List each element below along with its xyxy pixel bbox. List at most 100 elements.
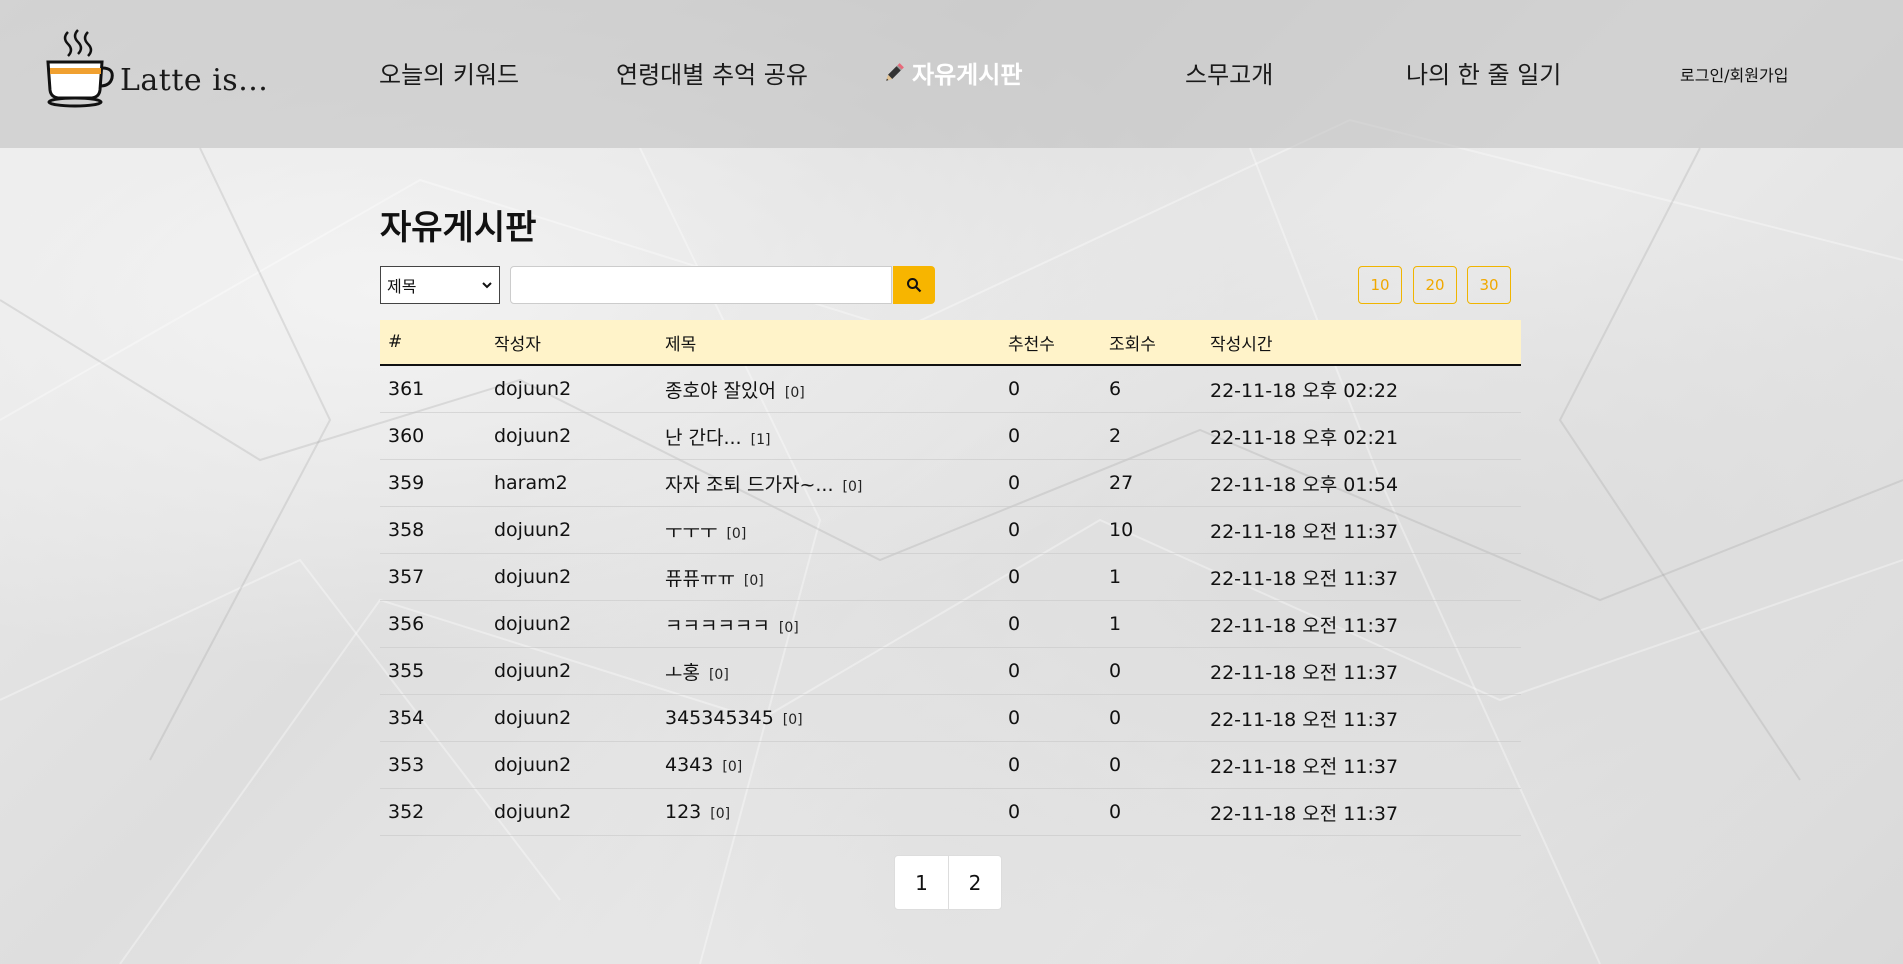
row-comment-count: [0] <box>842 478 863 495</box>
row-title-cell: 345345345 [0] <box>665 707 1008 729</box>
row-recommend-count: 0 <box>1008 754 1021 776</box>
search-input[interactable] <box>510 266 892 304</box>
row-title-cell: 퓨퓨ㅠㅠ [0] <box>665 564 1008 591</box>
row-number: 355 <box>388 660 425 682</box>
table-row[interactable]: 355 dojuun2 ㅗ홍 [0] 0 0 22-11-18 오전 11:37 <box>380 648 1521 695</box>
table-row[interactable]: 353 dojuun2 4343 [0] 0 0 22-11-18 오전 11:37 <box>380 742 1521 789</box>
page-size-20-button[interactable]: 20 <box>1413 266 1457 304</box>
row-recommend-count: 0 <box>1008 566 1021 588</box>
row-recommend-count: 0 <box>1008 660 1021 682</box>
row-writer: dojuun2 <box>494 754 572 776</box>
page-size-10-button[interactable]: 10 <box>1358 266 1402 304</box>
row-writer: haram2 <box>494 472 568 494</box>
row-title-link[interactable]: ㅗ홍 <box>665 658 700 685</box>
nav-today-keyword[interactable]: 오늘의 키워드 <box>379 55 519 90</box>
page-title: 자유게시판 <box>380 208 537 248</box>
search-field-select-value: 제목 <box>387 277 417 296</box>
nav-free-board[interactable]: 자유게시판 <box>882 55 1022 90</box>
row-view-count: 0 <box>1109 801 1122 823</box>
row-view-count: 27 <box>1109 472 1134 494</box>
table-row[interactable]: 358 dojuun2 ㅜㅜㅜ [0] 0 10 22-11-18 오전 11:37 <box>380 507 1521 554</box>
search-field-select[interactable]: 제목 <box>380 266 500 304</box>
row-recommend-count: 0 <box>1008 472 1021 494</box>
login-signup-link[interactable]: 로그인/회원가입 <box>1680 62 1788 86</box>
row-comment-count: [0] <box>722 759 743 775</box>
row-number: 359 <box>388 472 425 494</box>
row-recommend-count: 0 <box>1008 707 1021 729</box>
table-row[interactable]: 352 dojuun2 123 [0] 0 0 22-11-18 오전 11:37 <box>380 789 1521 836</box>
search-icon <box>907 278 922 293</box>
row-timestamp: 22-11-18 오전 11:37 <box>1210 520 1399 543</box>
row-comment-count: [0] <box>778 619 799 636</box>
row-view-count: 0 <box>1109 754 1122 776</box>
row-writer: dojuun2 <box>494 519 572 541</box>
row-title-link[interactable]: 퓨퓨ㅠㅠ <box>665 564 735 591</box>
row-timestamp: 22-11-18 오전 11:37 <box>1210 708 1399 731</box>
row-recommend-count: 0 <box>1008 378 1021 400</box>
pagination: 1 2 <box>894 855 1002 910</box>
column-header-title: 제목 <box>665 334 697 355</box>
row-view-count: 10 <box>1109 519 1134 541</box>
row-number: 357 <box>388 566 425 588</box>
row-comment-count: [0] <box>708 666 729 683</box>
logo-text: Latte is... <box>120 63 269 98</box>
row-recommend-count: 0 <box>1008 519 1021 541</box>
row-number: 360 <box>388 425 425 447</box>
row-title-cell: ㅜㅜㅜ [0] <box>665 517 1008 544</box>
row-title-cell: ㅗ홍 [0] <box>665 658 1008 685</box>
row-title-link[interactable]: 345345345 <box>665 707 774 729</box>
row-number: 361 <box>388 378 425 400</box>
row-timestamp: 22-11-18 오전 11:37 <box>1210 614 1399 637</box>
site-header: Latte is... 오늘의 키워드 연령대별 추억 공유 자유게시판 스무고… <box>0 0 1903 148</box>
row-view-count: 0 <box>1109 660 1122 682</box>
nav-age-memories[interactable]: 연령대별 추억 공유 <box>616 55 808 90</box>
search-button[interactable] <box>893 266 935 304</box>
row-comment-count: [0] <box>782 712 803 728</box>
row-comment-count: [0] <box>743 572 764 589</box>
table-header: # 작성자 제목 추천수 조회수 작성시간 <box>380 320 1521 366</box>
row-timestamp: 22-11-18 오전 11:37 <box>1210 567 1399 590</box>
table-row[interactable]: 354 dojuun2 345345345 [0] 0 0 22-11-18 오전 11:3… <box>380 695 1521 742</box>
row-view-count: 1 <box>1109 566 1122 588</box>
row-recommend-count: 0 <box>1008 613 1021 635</box>
row-number: 353 <box>388 754 425 776</box>
table-row[interactable]: 361 dojuun2 종호야 잘있어 [0] 0 6 22-11-18 오후 02:22 <box>380 366 1521 413</box>
row-title-link[interactable]: ㅋㅋㅋㅋㅋㅋ <box>665 611 770 638</box>
chevron-down-icon <box>482 282 492 289</box>
table-body: 361 dojuun2 종호야 잘있어 [0] 0 6 22-11-18 오후 02:22 3… <box>380 366 1521 836</box>
row-comment-count: [0] <box>726 525 747 542</box>
row-title-link[interactable]: 4343 <box>665 754 713 776</box>
table-row[interactable]: 356 dojuun2 ㅋㅋㅋㅋㅋㅋ [0] 0 1 22-11-18 오전 11:37 <box>380 601 1521 648</box>
page-1-button[interactable]: 1 <box>895 856 948 909</box>
nav-twenty-questions[interactable]: 스무고개 <box>1185 55 1273 90</box>
table-row[interactable]: 360 dojuun2 난 간다... [1] 0 2 22-11-18 오후 02:21 <box>380 413 1521 460</box>
row-title-link[interactable]: ㅜㅜㅜ <box>665 517 717 544</box>
row-title-cell: ㅋㅋㅋㅋㅋㅋ [0] <box>665 611 1008 638</box>
page-2-button[interactable]: 2 <box>948 856 1001 909</box>
row-view-count: 2 <box>1109 425 1122 447</box>
row-title-link[interactable]: 123 <box>665 801 701 823</box>
row-title-link[interactable]: 난 간다... <box>665 423 742 450</box>
table-row[interactable]: 359 haram2 자자 조퇴 드가자~... [0] 0 27 22-11-18 오후 … <box>380 460 1521 507</box>
row-comment-count: [0] <box>710 806 731 822</box>
row-timestamp: 22-11-18 오전 11:37 <box>1210 802 1399 825</box>
row-recommend-count: 0 <box>1008 801 1021 823</box>
row-number: 358 <box>388 519 425 541</box>
site-logo[interactable]: Latte is... <box>44 28 268 108</box>
row-writer: dojuun2 <box>494 378 572 400</box>
row-view-count: 6 <box>1109 378 1122 400</box>
table-row[interactable]: 357 dojuun2 퓨퓨ㅠㅠ [0] 0 1 22-11-18 오전 11:37 <box>380 554 1521 601</box>
row-title-link[interactable]: 자자 조퇴 드가자~... <box>665 470 833 497</box>
row-writer: dojuun2 <box>494 707 572 729</box>
row-recommend-count: 0 <box>1008 425 1021 447</box>
row-title-link[interactable]: 종호야 잘있어 <box>665 376 776 403</box>
column-header-writer: 작성자 <box>494 334 541 355</box>
page-size-30-button[interactable]: 30 <box>1467 266 1511 304</box>
row-number: 354 <box>388 707 425 729</box>
row-number: 352 <box>388 801 425 823</box>
pencil-icon <box>886 62 904 81</box>
row-comment-count: [1] <box>750 431 771 448</box>
row-timestamp: 22-11-18 오전 11:37 <box>1210 661 1399 684</box>
row-title-cell: 자자 조퇴 드가자~... [0] <box>665 470 1008 497</box>
nav-one-line-diary[interactable]: 나의 한 줄 일기 <box>1406 55 1561 90</box>
